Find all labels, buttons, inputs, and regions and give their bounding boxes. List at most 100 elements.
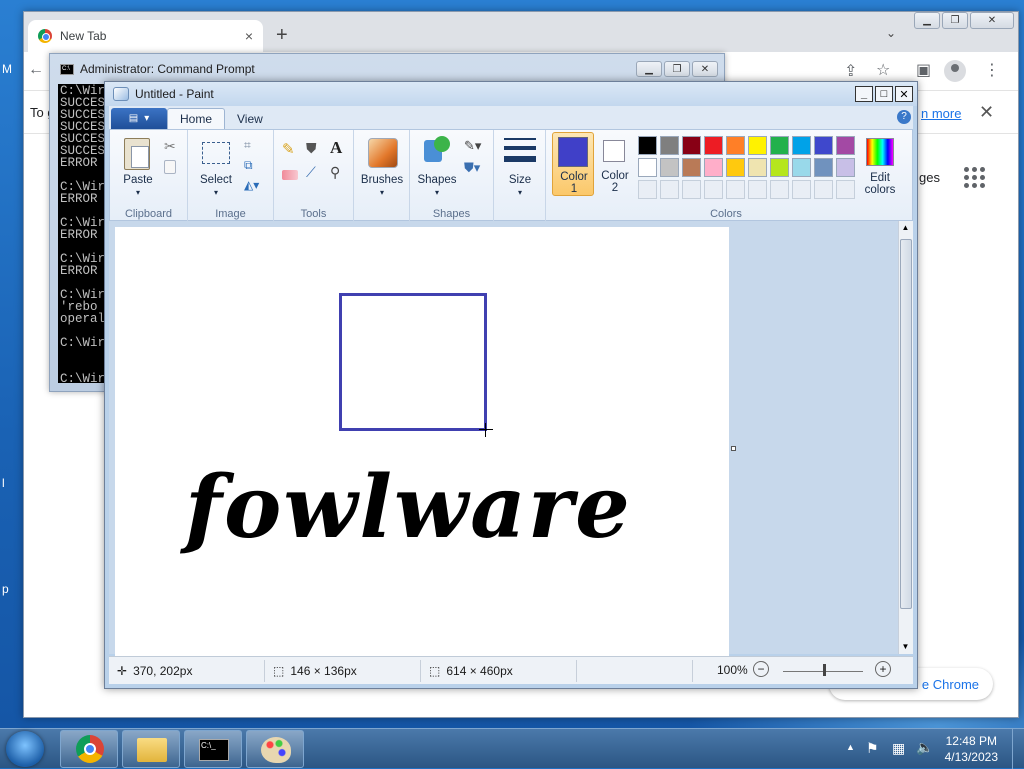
palette-swatch[interactable] xyxy=(792,158,811,177)
cmd-minimize-button[interactable]: ▁ xyxy=(636,61,662,77)
palette-swatch[interactable] xyxy=(836,158,855,177)
drawing-canvas[interactable]: fowlware xyxy=(115,227,729,657)
infobar-close-icon[interactable]: ✕ xyxy=(979,102,994,123)
palette-swatch[interactable] xyxy=(726,158,745,177)
palette-swatch[interactable] xyxy=(660,158,679,177)
tab-view[interactable]: View xyxy=(225,108,275,129)
palette-empty-swatch[interactable] xyxy=(660,180,679,199)
cmd-titlebar[interactable]: C:\ Administrator: Command Prompt xyxy=(50,54,724,84)
tab-home[interactable]: Home xyxy=(167,108,226,129)
palette-empty-swatch[interactable] xyxy=(836,180,855,199)
palette-swatch[interactable] xyxy=(770,158,789,177)
palette-swatch[interactable] xyxy=(682,136,701,155)
taskbar-explorer[interactable] xyxy=(122,730,180,768)
learn-more-link[interactable]: n more xyxy=(921,106,961,121)
show-desktop-button[interactable] xyxy=(1012,729,1024,769)
shapes-button[interactable]: Shapes ▾ xyxy=(414,134,460,198)
back-arrow-icon[interactable]: ← xyxy=(28,61,44,79)
text-tool-icon[interactable]: A xyxy=(330,138,348,157)
desktop-icon-fragment[interactable]: M xyxy=(2,62,12,76)
tray-overflow-icon[interactable]: ▲ xyxy=(846,742,855,752)
palette-swatch[interactable] xyxy=(638,136,657,155)
close-button[interactable]: ✕ xyxy=(970,12,1014,29)
size-button[interactable]: Size ▾ xyxy=(500,136,540,198)
scroll-down-icon[interactable]: ▼ xyxy=(899,640,912,654)
zoom-out-button[interactable]: − xyxy=(753,661,769,677)
paint-close-button[interactable]: ✕ xyxy=(895,86,913,102)
palette-swatch[interactable] xyxy=(704,136,723,155)
zoom-slider-thumb[interactable] xyxy=(823,664,826,676)
palette-empty-swatch[interactable] xyxy=(792,180,811,199)
palette-swatch[interactable] xyxy=(814,158,833,177)
paint-maximize-button[interactable]: □ xyxy=(875,86,893,102)
edit-colors-button[interactable]: Edit colors xyxy=(858,134,902,198)
desktop-icon-fragment[interactable]: p xyxy=(2,582,9,596)
resize-icon[interactable]: ⧉ xyxy=(244,158,262,176)
rotate-icon[interactable]: ◭▾ xyxy=(244,178,262,196)
select-button[interactable]: Select ▾ xyxy=(196,136,236,198)
taskbar-cmd[interactable]: C:\_ xyxy=(184,730,242,768)
palette-empty-swatch[interactable] xyxy=(770,180,789,199)
tab-search-chevron-icon[interactable]: ⌄ xyxy=(886,26,896,40)
copy-icon[interactable] xyxy=(164,160,176,174)
palette-swatch[interactable] xyxy=(748,136,767,155)
cmd-close-button[interactable]: ✕ xyxy=(692,61,718,77)
palette-swatch[interactable] xyxy=(660,136,679,155)
outline-icon[interactable]: ✎▾ xyxy=(464,138,482,156)
palette-swatch[interactable] xyxy=(704,158,723,177)
palette-empty-swatch[interactable] xyxy=(814,180,833,199)
palette-swatch[interactable] xyxy=(748,158,767,177)
cmd-maximize-button[interactable]: ❐ xyxy=(664,61,690,77)
clock[interactable]: 12:48 PM 4/13/2023 xyxy=(945,733,998,765)
palette-empty-swatch[interactable] xyxy=(726,180,745,199)
paint-titlebar[interactable]: Untitled - Paint xyxy=(105,82,917,106)
taskbar-chrome[interactable] xyxy=(60,730,118,768)
new-tab-button[interactable]: + xyxy=(276,24,288,47)
canvas-resize-handle[interactable] xyxy=(731,446,736,451)
share-icon[interactable]: ⇪ xyxy=(844,61,857,81)
palette-empty-swatch[interactable] xyxy=(682,180,701,199)
palette-swatch[interactable] xyxy=(638,158,657,177)
maximize-button[interactable]: ❐ xyxy=(942,12,968,29)
vertical-scrollbar[interactable]: ▲ ▼ xyxy=(898,221,913,654)
images-link[interactable]: ges xyxy=(919,170,940,185)
profile-avatar[interactable] xyxy=(944,60,966,82)
palette-empty-swatch[interactable] xyxy=(704,180,723,199)
paste-button[interactable]: Paste ▾ xyxy=(118,136,158,198)
minimize-button[interactable]: ▁ xyxy=(914,12,940,29)
scroll-up-icon[interactable]: ▲ xyxy=(899,221,912,235)
palette-swatch[interactable] xyxy=(792,136,811,155)
palette-swatch[interactable] xyxy=(836,136,855,155)
chrome-tab-new-tab[interactable]: New Tab × xyxy=(28,20,263,52)
taskbar-paint[interactable] xyxy=(246,730,304,768)
palette-swatch[interactable] xyxy=(682,158,701,177)
eraser-icon[interactable] xyxy=(282,170,298,180)
color1-button[interactable]: Color 1 xyxy=(552,132,594,196)
start-button[interactable] xyxy=(6,731,44,767)
network-icon[interactable]: ▦ xyxy=(892,740,905,757)
action-center-icon[interactable]: ⚑ xyxy=(866,740,879,757)
crop-icon[interactable]: ⌗ xyxy=(244,138,262,156)
bookmark-star-icon[interactable]: ☆ xyxy=(876,60,890,80)
menu-kebab-icon[interactable]: ⋮ xyxy=(984,60,1000,80)
scroll-thumb[interactable] xyxy=(900,239,912,609)
side-panel-icon[interactable]: ▣ xyxy=(916,60,931,80)
pencil-icon[interactable]: ✎ xyxy=(282,140,300,158)
zoom-in-button[interactable]: + xyxy=(875,661,891,677)
cut-icon[interactable]: ✂ xyxy=(164,138,182,156)
color-picker-icon[interactable]: ⟋ xyxy=(306,164,324,182)
help-icon[interactable]: ? xyxy=(897,110,911,124)
color2-button[interactable]: Color 2 xyxy=(596,132,634,196)
palette-swatch[interactable] xyxy=(814,136,833,155)
magnifier-icon[interactable]: ⚲ xyxy=(330,164,348,182)
palette-swatch[interactable] xyxy=(770,136,789,155)
palette-empty-swatch[interactable] xyxy=(638,180,657,199)
paint-minimize-button[interactable]: _ xyxy=(855,86,873,102)
tab-close-icon[interactable]: × xyxy=(245,28,253,44)
google-apps-icon[interactable] xyxy=(964,167,985,188)
palette-swatch[interactable] xyxy=(726,136,745,155)
volume-icon[interactable]: 🔈 xyxy=(916,739,933,756)
fill-icon[interactable]: ⛊▾ xyxy=(464,160,482,178)
paint-menu-button[interactable]: ▤ ▾ xyxy=(111,108,167,129)
fill-bucket-icon[interactable]: ⛊ xyxy=(306,140,324,158)
